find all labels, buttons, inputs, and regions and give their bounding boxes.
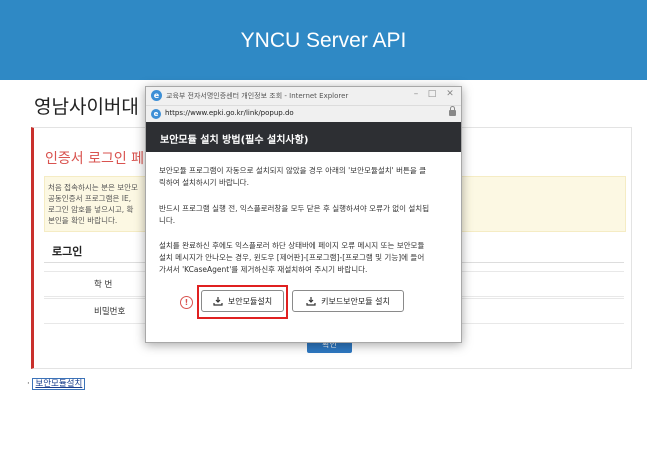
instruction-line: 설치 메시지가 안나오는 경우, 윈도우 [제어판]-[프로그램]-[프로그램 … xyxy=(159,253,425,262)
notice-line: 본인을 확인 바랍니다. xyxy=(48,216,118,225)
popup-window-title: 교육부 전자서명인증센터 개인정보 조회 - Internet Explorer xyxy=(166,92,349,100)
banner-title: YNCU Server API xyxy=(240,29,407,52)
instruction-line: 설치를 완료하신 후에도 익스플로러 하단 상태바에 페이지 오류 메시지 또는… xyxy=(159,241,425,250)
student-id-label: 학 번 xyxy=(94,280,113,290)
page-heading: 영남사이버대 xyxy=(34,96,139,118)
keyboard-security-install-button[interactable]: 키보드보안모듈 설치 xyxy=(292,290,404,312)
instruction-line: 가셔서 'KCaseAgent'를 제거하신후 재설치하여 주시기 바랍니다. xyxy=(159,265,368,274)
notice-line: 처음 접속하시는 분은 보안모 xyxy=(48,183,138,192)
dialog-title: 보안모듈 설치 방법(필수 설치사항) xyxy=(160,135,309,146)
popup-titlebar[interactable]: e 교육부 전자서명인증센터 개인정보 조회 - Internet Explor… xyxy=(146,87,461,105)
ie-icon: e xyxy=(151,90,162,101)
install-module-label: 보안모듈설치 xyxy=(227,296,273,306)
ie-popup-window: e 교육부 전자서명인증센터 개인정보 조회 - Internet Explor… xyxy=(145,86,462,343)
lock-icon xyxy=(449,106,456,116)
bottom-link-row: · 보안모듈설치 xyxy=(27,377,86,390)
dialog-header: 보안모듈 설치 방법(필수 설치사항) xyxy=(146,122,461,152)
minimize-icon[interactable]: – xyxy=(409,89,423,99)
instruction-line: 릭하여 설치하시기 바랍니다. xyxy=(159,178,249,187)
install-module-link[interactable]: 보안모듈설치 xyxy=(32,378,86,390)
top-banner: YNCU Server API xyxy=(0,0,647,80)
download-icon xyxy=(306,297,316,306)
address-bar[interactable]: e https://www.epki.go.kr/link/popup.do xyxy=(146,105,461,123)
instruction-line: 보안모듈 프로그램이 자동으로 설치되지 않았을 경우 아래의 '보안모듈설치'… xyxy=(159,166,427,175)
warning-icon: ! xyxy=(180,296,193,309)
address-url[interactable]: https://www.epki.go.kr/link/popup.do xyxy=(165,109,294,117)
instruction-line: 반드시 프로그램 실행 전, 익스플로러창을 모두 닫은 후 실행하셔야 오류가… xyxy=(159,204,430,213)
notice-line: 공동인증서 프로그램은 IE, xyxy=(48,194,132,203)
instruction-line: 니다. xyxy=(159,216,176,225)
notice-line: 로그인 암호를 넣으시고, 확 xyxy=(48,205,134,214)
close-icon[interactable]: ✕ xyxy=(443,89,457,99)
install-module-button[interactable]: 보안모듈설치 xyxy=(201,290,284,312)
download-icon xyxy=(213,297,223,306)
card-title: 인증서 로그인 페 xyxy=(45,151,145,167)
maximize-icon[interactable]: □ xyxy=(425,89,439,99)
ie-page-icon: e xyxy=(151,109,161,119)
password-label: 비밀번호 xyxy=(94,307,126,317)
keyboard-security-install-label: 키보드보안모듈 설치 xyxy=(321,296,390,306)
login-section-label: 로그인 xyxy=(52,245,83,258)
